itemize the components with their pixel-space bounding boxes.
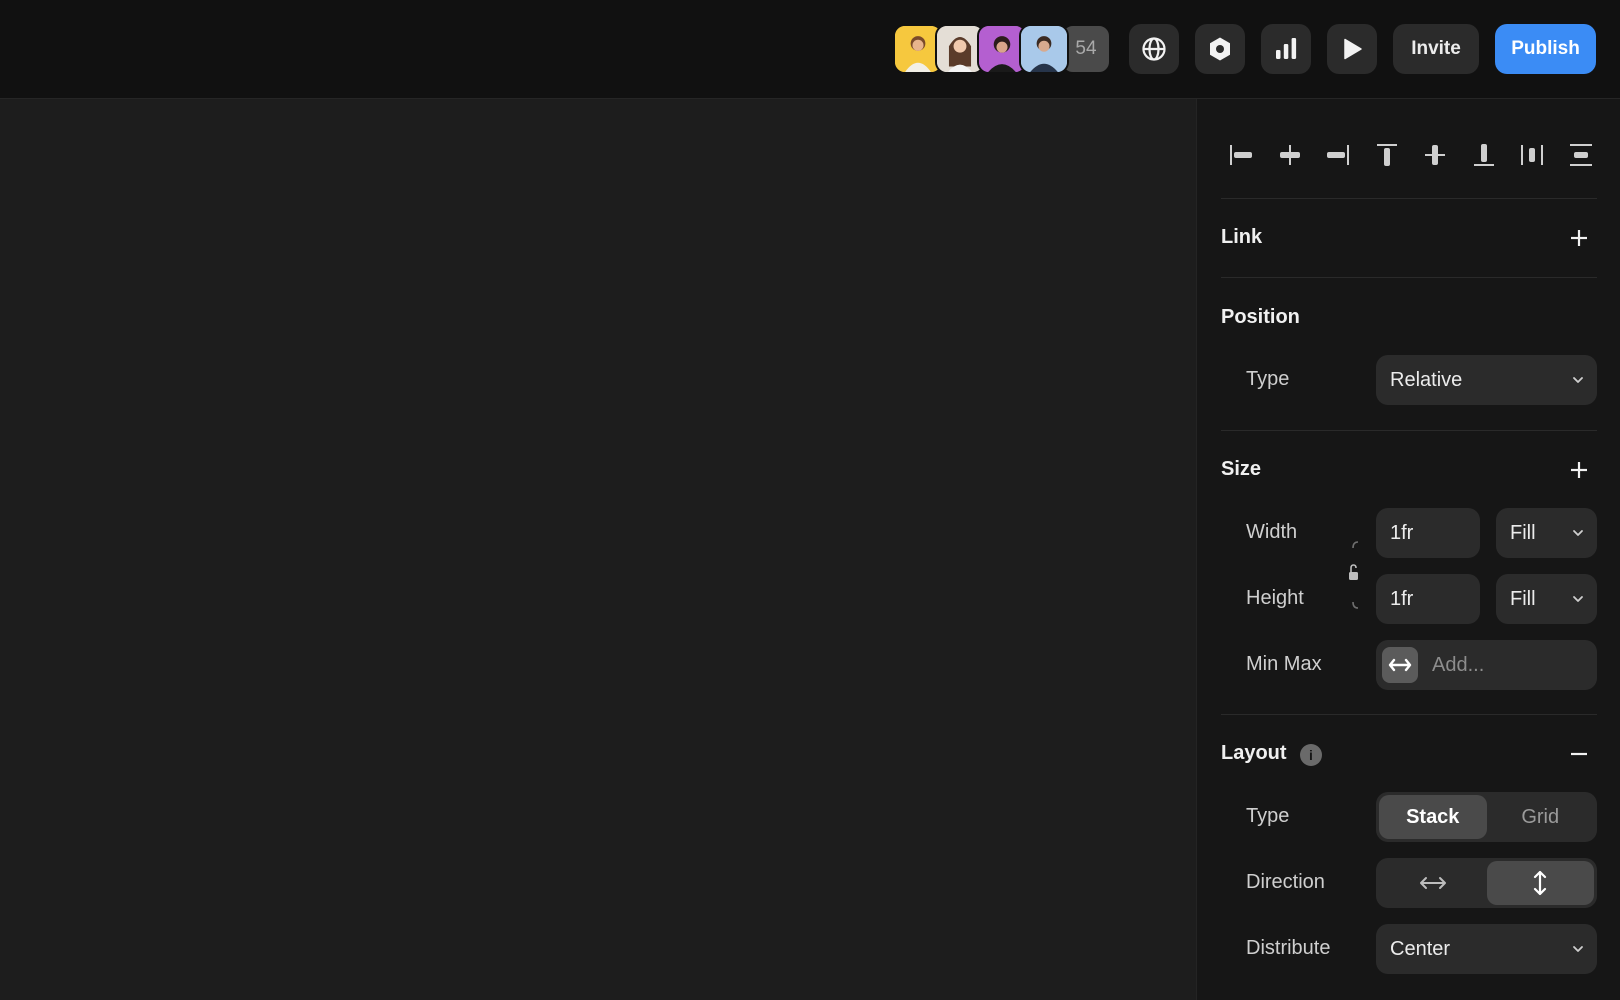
height-input[interactable]: 1fr [1376,574,1480,624]
minus-icon[interactable] [1567,742,1591,766]
distribute-label: Distribute [1246,937,1331,959]
resize-horizontal-icon[interactable] [1382,647,1418,683]
aspect-lock-icon[interactable] [1348,540,1360,610]
chevron-down-icon [1573,596,1583,602]
analytics-icon[interactable] [1261,24,1311,74]
height-mode-select[interactable]: Fill [1496,574,1597,624]
position-type-select[interactable]: Relative [1376,355,1597,405]
divider [1221,714,1597,715]
settings-hexagon-icon[interactable] [1195,24,1245,74]
top-toolbar: 54 Invite Publish [0,0,1620,99]
align-left-icon[interactable] [1221,135,1261,175]
play-icon[interactable] [1327,24,1377,74]
design-canvas[interactable] [0,99,1196,1000]
properties-panel: Link Position Type Relative Size Width 1… [1196,99,1620,1000]
layout-type-stack[interactable]: Stack [1379,795,1487,839]
align-center-vertical-icon[interactable] [1415,135,1455,175]
distribute-value: Center [1390,937,1451,960]
layout-section-title: Layout [1221,742,1287,764]
height-label: Height [1246,587,1304,609]
alignment-toolbar [1221,135,1601,175]
globe-icon[interactable] [1129,24,1179,74]
align-bottom-icon[interactable] [1464,135,1504,175]
direction-segmented [1376,858,1597,908]
invite-button[interactable]: Invite [1393,24,1479,74]
minmax-input[interactable]: Add... [1376,640,1597,690]
chevron-down-icon [1573,530,1583,536]
minmax-placeholder: Add... [1432,653,1485,676]
layout-type-grid[interactable]: Grid [1487,795,1595,839]
direction-vertical-icon[interactable] [1486,861,1594,905]
width-input[interactable]: 1fr [1376,508,1480,558]
avatar[interactable] [1019,24,1069,74]
align-center-horizontal-icon[interactable] [1270,135,1310,175]
size-section-title: Size [1221,458,1262,480]
align-top-icon[interactable] [1367,135,1407,175]
position-section-title: Position [1221,306,1300,328]
direction-label: Direction [1246,871,1325,893]
link-section-title: Link [1221,226,1263,248]
layout-type-label: Type [1246,805,1290,827]
divider [1221,198,1597,199]
distribute-horizontal-icon[interactable] [1512,135,1552,175]
width-label: Width [1246,521,1298,543]
distribute-vertical-icon[interactable] [1561,135,1601,175]
width-value: 1fr [1390,521,1414,544]
minmax-label: Min Max [1246,653,1322,675]
layout-type-segmented: Stack Grid [1376,792,1597,842]
plus-icon[interactable] [1567,226,1591,250]
height-value: 1fr [1390,587,1414,610]
collaborator-avatars[interactable]: 54 [893,24,1111,74]
width-mode-value: Fill [1510,521,1536,544]
plus-icon[interactable] [1567,458,1591,482]
distribute-select[interactable]: Center [1376,924,1597,974]
width-mode-select[interactable]: Fill [1496,508,1597,558]
position-type-label: Type [1246,368,1290,390]
height-mode-value: Fill [1510,587,1536,610]
align-right-icon[interactable] [1318,135,1358,175]
chevron-down-icon [1573,377,1583,383]
publish-button[interactable]: Publish [1495,24,1596,74]
divider [1221,277,1597,278]
direction-horizontal-icon[interactable] [1379,861,1487,905]
divider [1221,430,1597,431]
info-icon[interactable]: i [1300,744,1322,766]
position-type-value: Relative [1390,368,1463,391]
chevron-down-icon [1573,946,1583,952]
